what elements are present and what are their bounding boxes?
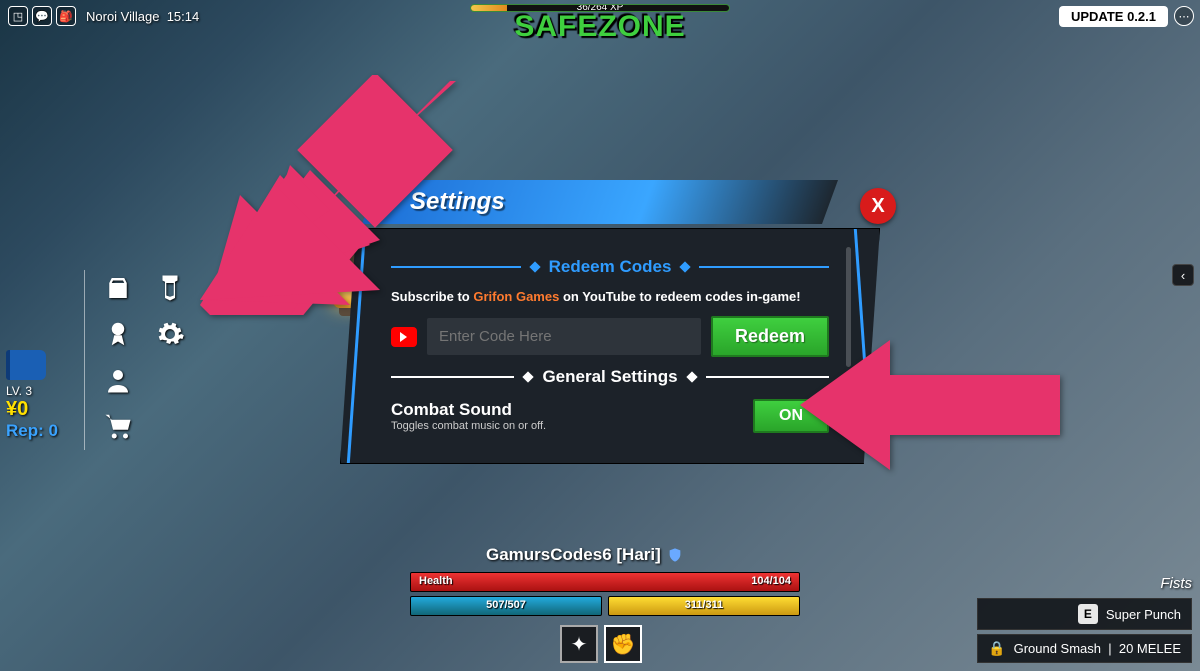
- settings-icon[interactable]: [152, 316, 188, 352]
- xp-bar: 36/264 XP: [470, 4, 730, 12]
- shop-icon[interactable]: [100, 408, 136, 444]
- yen-label: ¥0: [6, 398, 58, 421]
- youtube-icon: [391, 327, 417, 347]
- combat-sound-label: Combat Sound: [391, 400, 546, 420]
- profile-icon[interactable]: [100, 362, 136, 398]
- roblox-menu-icon[interactable]: ◳: [8, 6, 28, 26]
- roblox-more-icon[interactable]: ⋯: [1174, 6, 1194, 26]
- weapon-label: Fists: [977, 575, 1192, 592]
- player-stats: LV. 3 ¥0 Rep: 0: [6, 350, 58, 441]
- mana-bar: 507/507: [410, 596, 602, 616]
- rep-label: Rep: 0: [6, 421, 58, 441]
- annotation-arrow-left: [180, 75, 460, 320]
- chat-icon[interactable]: 💬: [32, 6, 52, 26]
- player-name: GamursCodes6 [Hari]: [486, 545, 683, 565]
- hotbar-slot-2[interactable]: ✊: [604, 625, 642, 663]
- general-settings-header: General Settings: [391, 367, 829, 387]
- chevron-left-icon[interactable]: ‹: [1172, 264, 1194, 286]
- hotbar-slot-1[interactable]: ✦: [560, 625, 598, 663]
- key-e: E: [1078, 604, 1098, 624]
- divider: [84, 270, 85, 450]
- achievements-icon[interactable]: [100, 316, 136, 352]
- health-bar: Health 104/104: [410, 572, 800, 592]
- xp-text: 36/264 XP: [471, 4, 729, 12]
- code-input[interactable]: [427, 318, 701, 355]
- ability-super-punch[interactable]: E Super Punch: [977, 598, 1192, 630]
- combat-sound-desc: Toggles combat music on or off.: [391, 420, 546, 432]
- stamina-bar: 311/311: [608, 596, 800, 616]
- lock-icon: 🔒: [988, 640, 1005, 657]
- shield-icon: [667, 546, 683, 564]
- annotation-arrow-right: [800, 330, 1060, 485]
- location-label: Noroi Village 15:14: [86, 9, 199, 24]
- update-badge: UPDATE 0.2.1: [1059, 6, 1168, 27]
- close-button[interactable]: X: [860, 188, 896, 224]
- backpack-top-icon[interactable]: 🎒: [56, 6, 76, 26]
- book-icon[interactable]: [6, 350, 46, 380]
- inventory-icon[interactable]: [100, 270, 136, 306]
- ability-ground-smash[interactable]: 🔒 Ground Smash | 20 MELEE: [977, 634, 1192, 663]
- hotbar: ✦ ✊: [560, 625, 642, 663]
- level-label: LV. 3: [6, 384, 58, 398]
- safezone-label: SAFEZONE: [470, 10, 730, 44]
